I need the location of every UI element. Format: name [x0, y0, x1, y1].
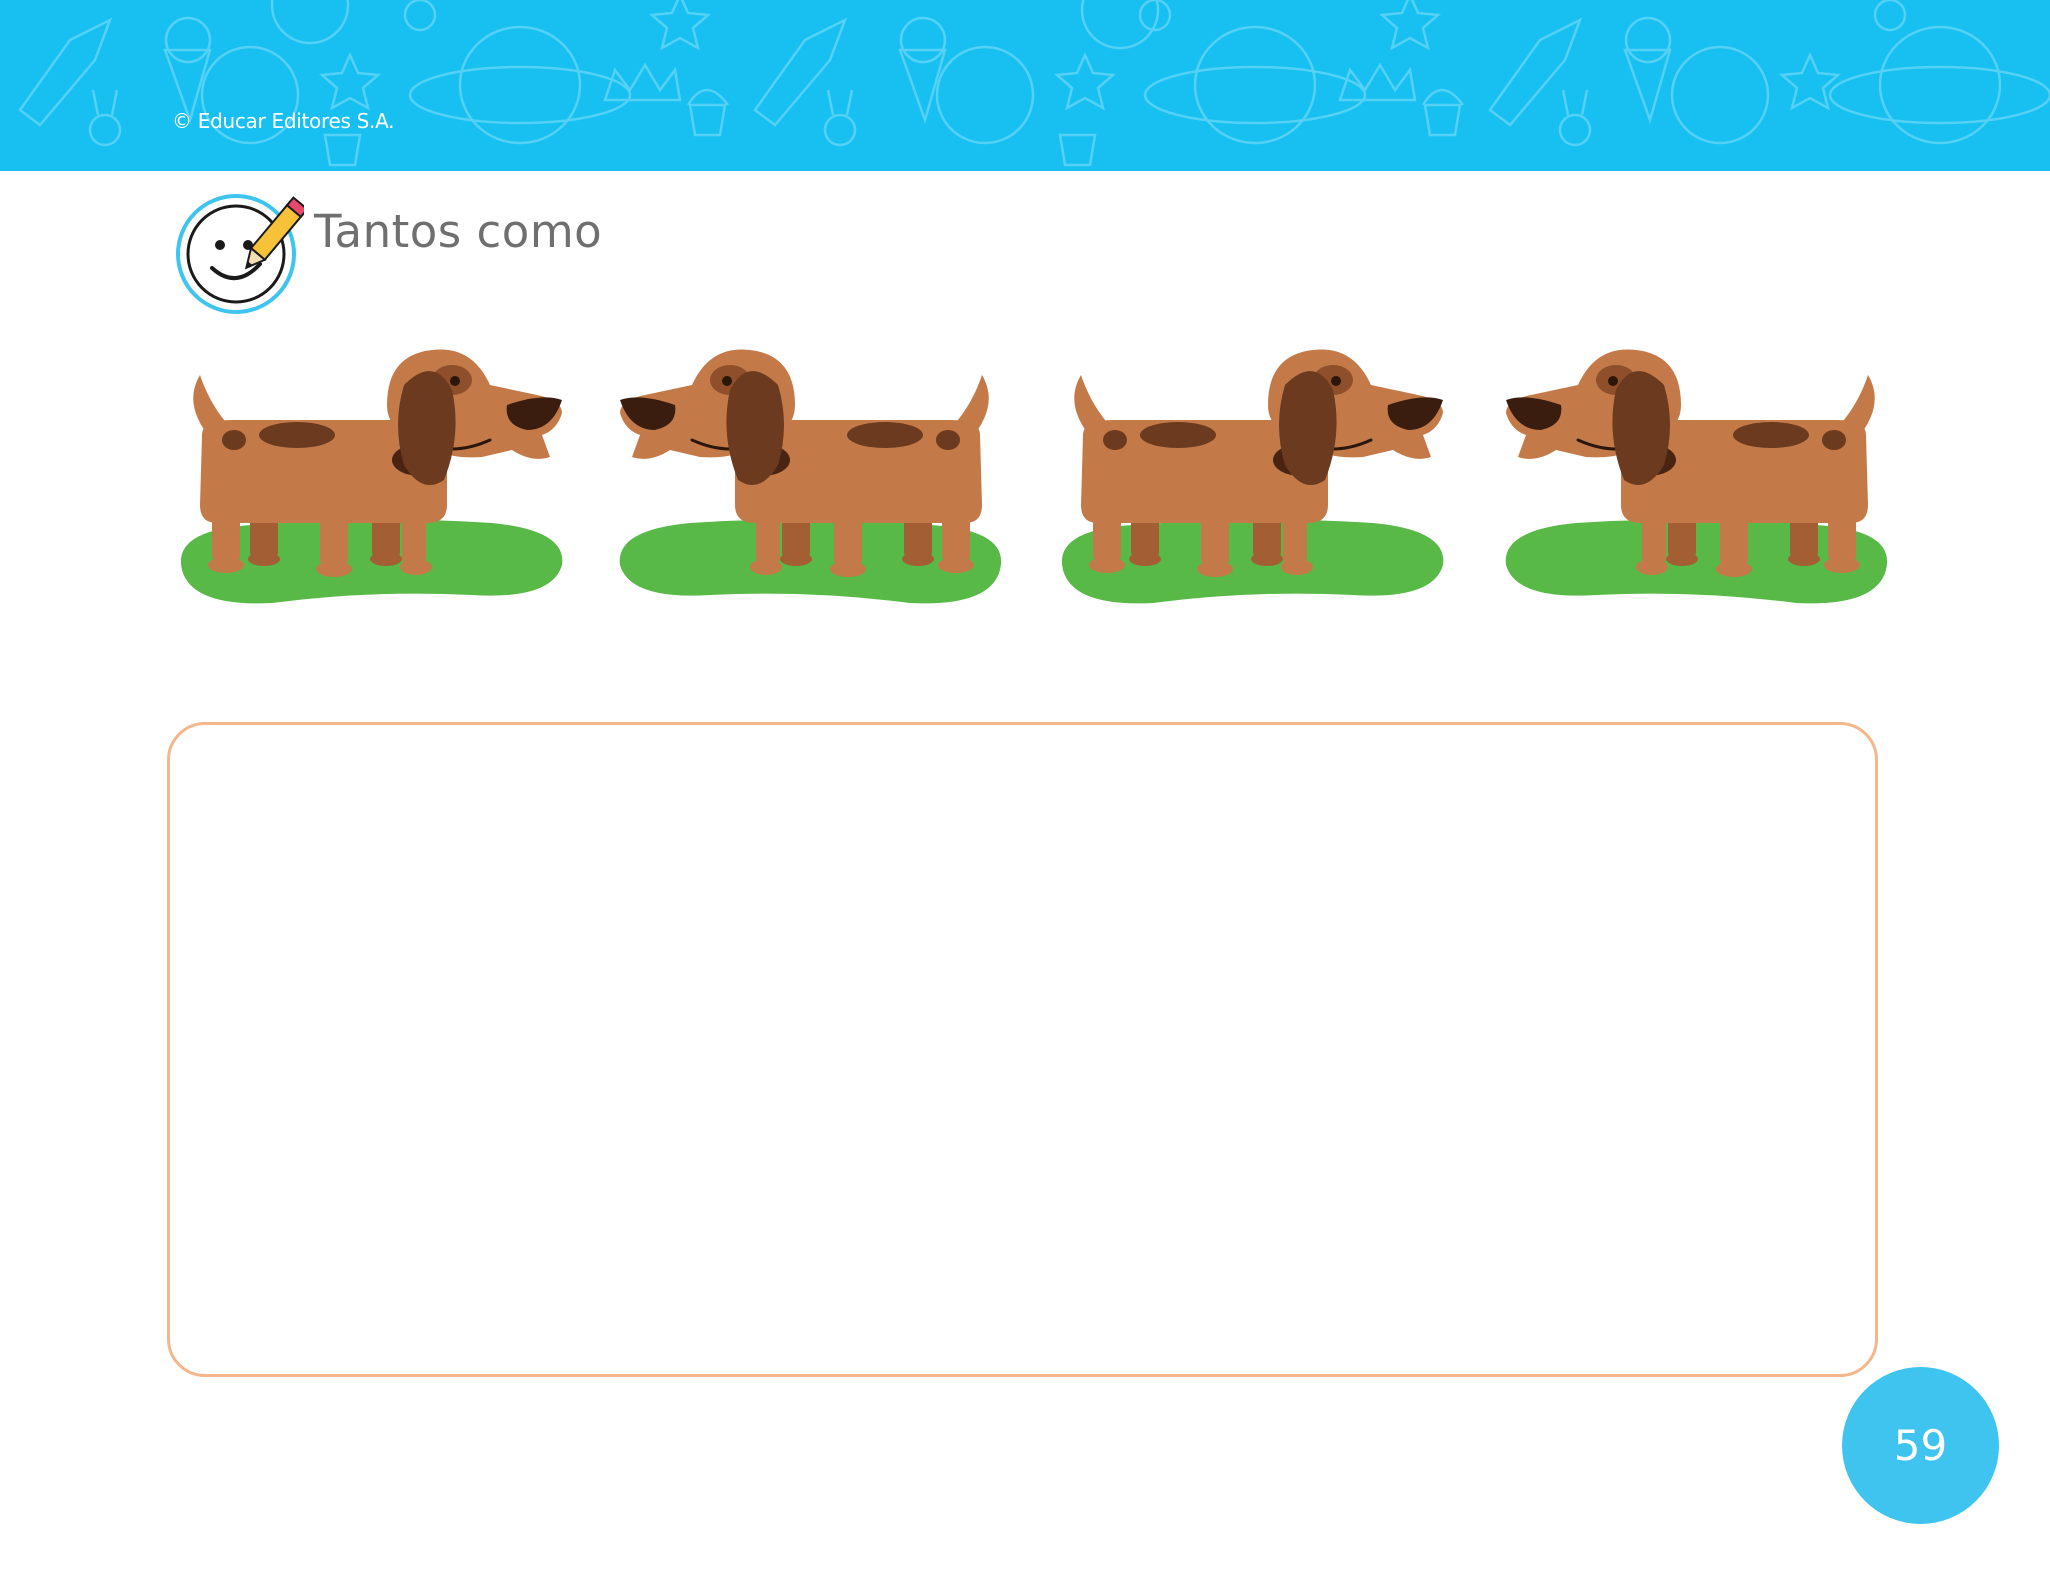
section-title: Tantos como: [314, 205, 603, 258]
copyright-text: © Educar Editores S.A.: [172, 109, 395, 133]
page-number: 59: [1893, 1421, 1948, 1470]
dog-icon: [618, 347, 1003, 605]
header-pattern: [18, 0, 2050, 167]
page-number-badge: 59: [1842, 1367, 1999, 1524]
dog-icon: [179, 347, 564, 605]
dog-icon: [1060, 347, 1445, 605]
dogs-row: [0, 345, 2050, 625]
dog-icon: [1504, 347, 1889, 605]
smiley-pencil-icon: [176, 194, 304, 314]
header-banner: © Educar Editores S.A.: [0, 0, 2050, 171]
answer-drawing-area[interactable]: [167, 722, 1878, 1377]
